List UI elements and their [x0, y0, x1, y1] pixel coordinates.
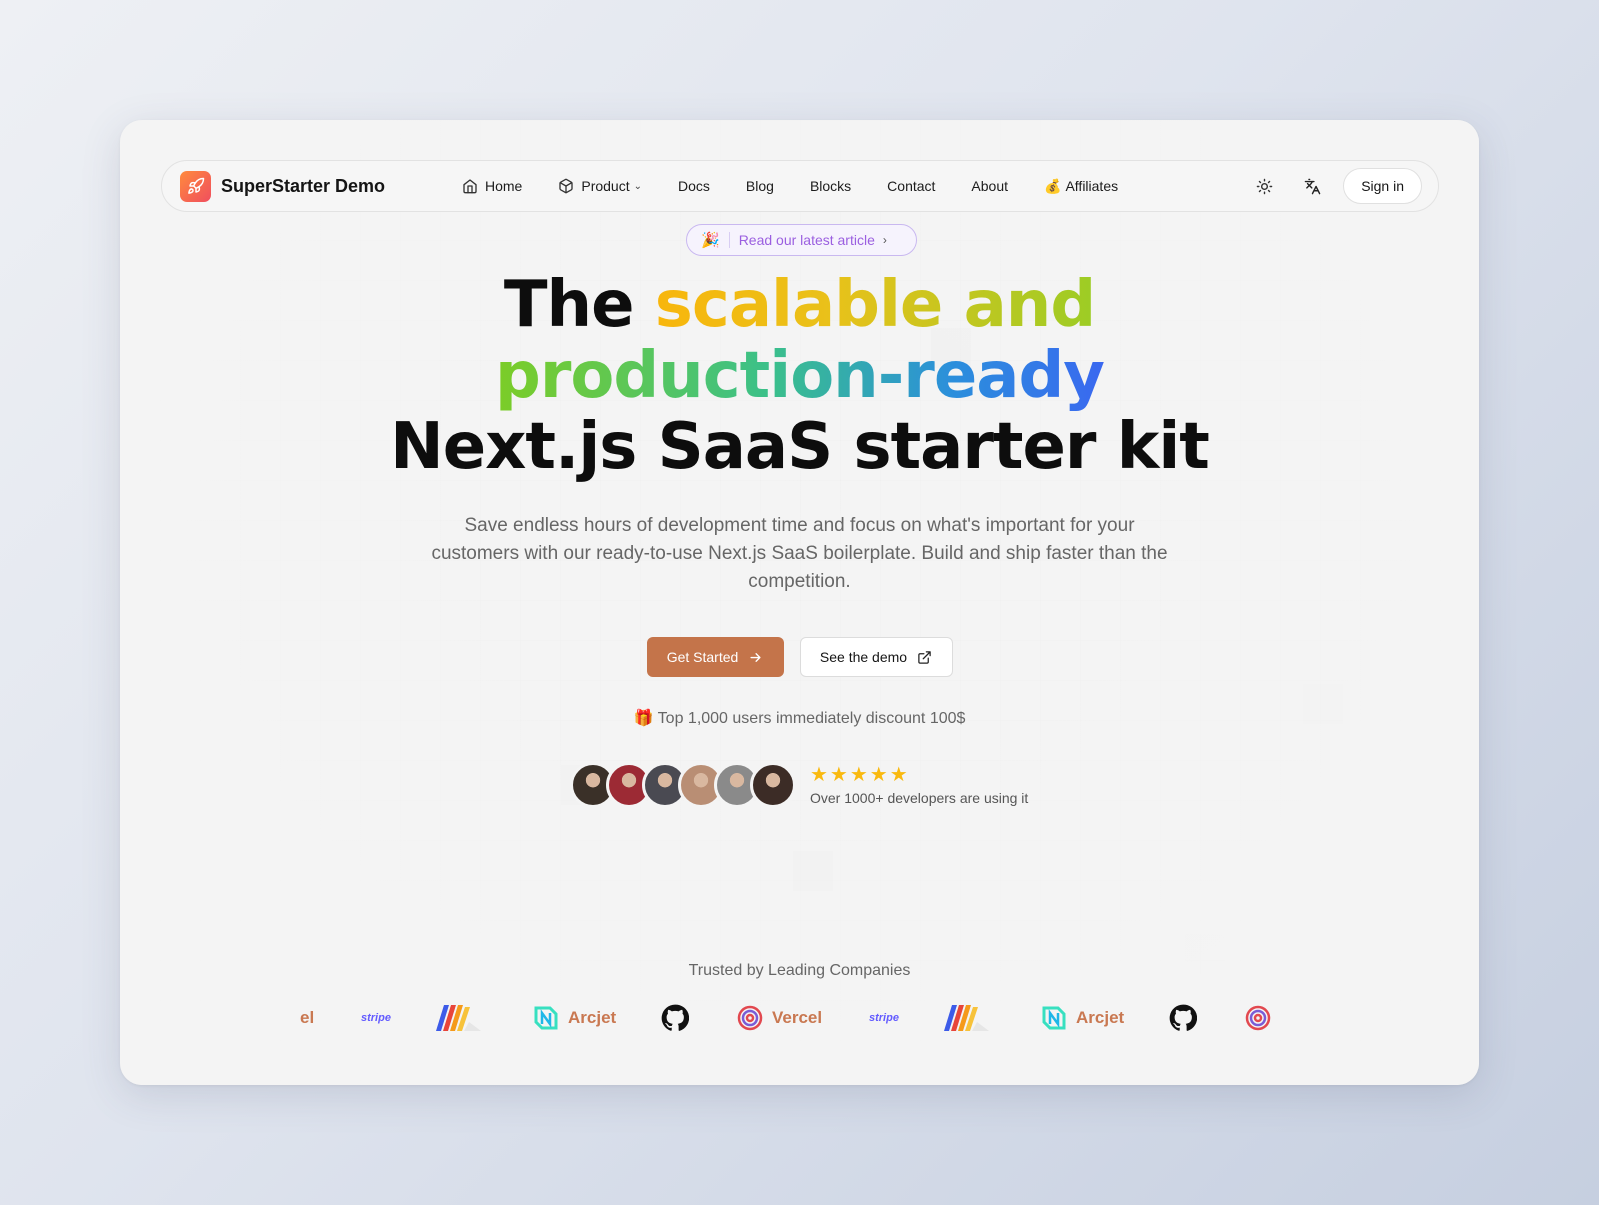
stripes-mark-icon-2 — [942, 998, 994, 1038]
promo-text: 🎁 Top 1,000 users immediately discount 1… — [120, 708, 1479, 728]
stripes-mark-icon — [434, 998, 486, 1038]
nav-blog[interactable]: Blog — [746, 178, 774, 194]
social-proof: ★★★★★ Over 1000+ developers are using it — [570, 762, 1028, 808]
external-link-icon — [918, 650, 931, 664]
github-icon-2 — [1169, 998, 1197, 1038]
divider — [728, 232, 730, 248]
arcjet-logo-2: Arcjet — [1040, 998, 1124, 1038]
brand[interactable]: SuperStarter Demo — [180, 170, 386, 202]
brand-name: SuperStarter Demo — [221, 175, 386, 196]
rating: ★★★★★ Over 1000+ developers are using it — [810, 764, 1028, 806]
nav-links: Home Product ⌄ Docs Blog Blocks Contact … — [462, 178, 1154, 195]
nav-about-label: About — [971, 178, 1009, 194]
vercel-logo: Vercel — [736, 998, 822, 1038]
announcement-text: Read our latest article — [738, 232, 875, 248]
arcjet-icon — [534, 1006, 558, 1030]
chevron-right-icon: › — [882, 233, 887, 247]
arcjet-label: Arcjet — [568, 1008, 617, 1027]
arrow-right-icon — [750, 652, 761, 662]
announcement-pill[interactable]: 🎉 Read our latest article › — [686, 224, 917, 256]
arcjet-icon — [1042, 1006, 1066, 1030]
spiral-icon-2 — [1244, 998, 1272, 1038]
nav-blog-label: Blog — [745, 178, 774, 194]
nav-docs[interactable]: Docs — [678, 178, 710, 194]
navbar: SuperStarter Demo Home Product ⌄ Docs Bl… — [161, 160, 1439, 212]
nav-docs-label: Docs — [678, 178, 710, 194]
translate-icon — [1304, 178, 1320, 194]
vercel-label: Vercel — [772, 1008, 823, 1027]
nav-affiliates[interactable]: 💰 Affiliates — [1044, 178, 1118, 195]
spiral-icon — [737, 1005, 763, 1031]
sun-icon — [1256, 178, 1272, 194]
nav-contact-label: Contact — [887, 178, 936, 194]
github-icon — [661, 998, 689, 1038]
rating-text: Over 1000+ developers are using it — [810, 790, 1029, 806]
nav-home[interactable]: Home — [462, 178, 522, 194]
see-demo-button[interactable]: See the demo — [799, 637, 953, 677]
rocket-icon — [180, 170, 211, 202]
box-icon — [559, 178, 574, 194]
hero-line1-gradient: scalable and — [654, 268, 1096, 342]
signin-button[interactable]: Sign in — [1343, 168, 1422, 204]
money-bag-icon: 💰 — [1044, 177, 1062, 194]
trusted-title: Trusted by Leading Companies — [688, 962, 911, 979]
promo-label: Top 1,000 users immediately discount 100… — [657, 710, 966, 727]
hero-subtitle: Save endless hours of development time a… — [431, 515, 1168, 592]
nav-product-label: Product — [581, 178, 630, 194]
nav-blocks-label: Blocks — [809, 178, 852, 194]
cta-row: Get Started See the demo — [120, 637, 1479, 677]
get-started-button[interactable]: Get Started — [646, 637, 784, 677]
star-rating: ★★★★★ — [810, 764, 910, 786]
language-switcher[interactable] — [1295, 169, 1329, 203]
nav-product[interactable]: Product ⌄ — [558, 178, 642, 194]
nav-home-label: Home — [485, 178, 523, 194]
get-started-label: Get Started — [666, 649, 739, 665]
party-icon: 🎉 — [701, 232, 720, 249]
arcjet-logo: Arcjet — [532, 998, 616, 1038]
chevron-down-icon: ⌄ — [633, 180, 642, 192]
stripe-logo-2: stripe — [869, 1012, 899, 1024]
hero-line1-plain: The — [503, 268, 655, 342]
nav-about[interactable]: About — [971, 178, 1008, 194]
arcjet-label-2: Arcjet — [1076, 1008, 1125, 1027]
nav-affiliates-label: Affiliates — [1065, 178, 1119, 194]
nav-actions: Sign in — [1247, 168, 1422, 204]
logo-marquee: el stripe Arcjet Vercel stripe Arcjet — [300, 998, 1300, 1038]
vercel-logo-partial: el — [300, 1008, 315, 1027]
theme-toggle[interactable] — [1247, 169, 1281, 203]
hero-line3: Next.js SaaS starter kit — [390, 410, 1210, 484]
gift-icon: 🎁 — [633, 710, 654, 727]
stripe-logo: stripe — [361, 1012, 391, 1024]
nav-blocks[interactable]: Blocks — [810, 178, 851, 194]
avatar — [750, 762, 796, 808]
avatar-group — [570, 762, 796, 808]
see-demo-label: See the demo — [819, 649, 908, 665]
home-icon — [463, 179, 477, 194]
nav-contact[interactable]: Contact — [887, 178, 935, 194]
browser-window: SuperStarter Demo Home Product ⌄ Docs Bl… — [120, 120, 1479, 1085]
hero-line2-gradient: production-ready — [495, 339, 1105, 413]
hero-title: The scalable and production-ready Next.j… — [120, 270, 1479, 483]
